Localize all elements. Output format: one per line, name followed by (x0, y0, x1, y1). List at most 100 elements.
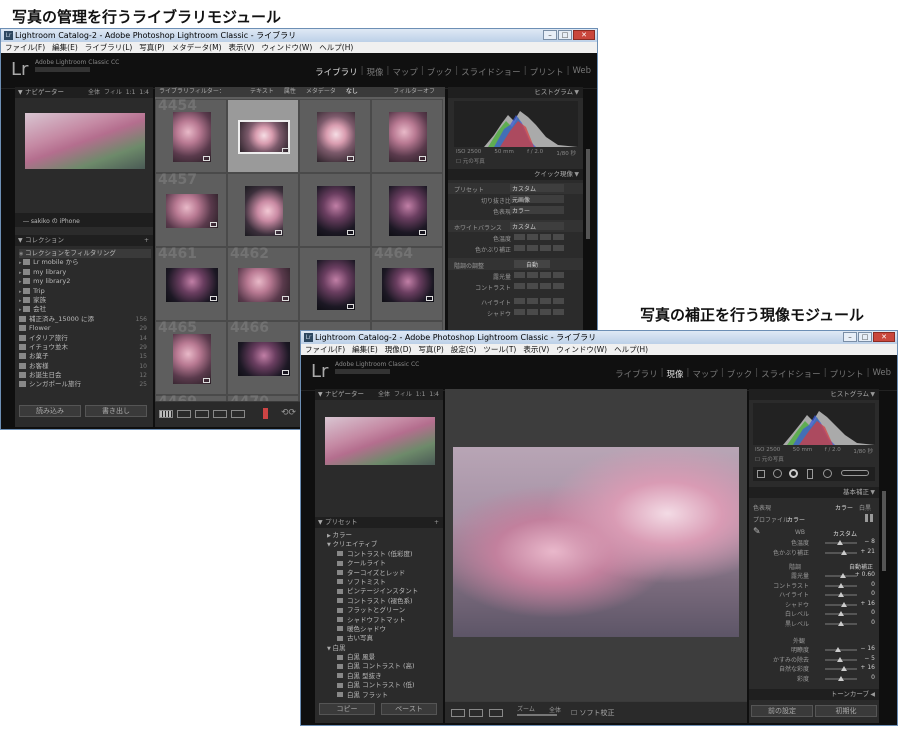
preset-item[interactable]: ピンテージインスタント (319, 587, 441, 596)
original-photo-toggle[interactable]: ☐ 元の写真 (456, 157, 485, 165)
menu-item[interactable]: ウィンドウ(W) (556, 344, 607, 355)
slider-row[interactable]: 彩度 0 (749, 674, 879, 684)
grid-cell[interactable]: 4462 (227, 246, 299, 321)
zoom-slider[interactable] (517, 714, 557, 716)
red-eye-icon[interactable] (789, 469, 798, 478)
grid-cell[interactable] (299, 247, 371, 321)
preset-item[interactable]: 古い写真 (319, 634, 441, 643)
collection-item[interactable]: お客様 10 (19, 362, 151, 371)
module-tab[interactable]: プリント (530, 66, 564, 78)
slider-knob[interactable] (838, 592, 844, 597)
menu-item[interactable]: ファイル(F) (305, 344, 345, 355)
collection-item[interactable]: イタリア旅行 14 (19, 334, 151, 343)
thumbnail[interactable] (317, 186, 355, 236)
slider-row[interactable]: かすみの除去 − 5 (749, 655, 879, 665)
filter-tab[interactable]: 属性 (284, 88, 296, 95)
navigator-preview[interactable] (325, 417, 435, 465)
histogram-header[interactable]: ヒストグラム ▼ (448, 87, 583, 98)
thumbnail[interactable] (389, 112, 427, 162)
menu-item[interactable]: 写真(P) (139, 42, 164, 53)
module-tab[interactable]: ライブラリ (615, 368, 658, 380)
menu-item[interactable]: ライブラリ(L) (85, 42, 133, 53)
menu-item[interactable]: 表示(V) (523, 344, 549, 355)
grid-cell[interactable] (299, 99, 371, 173)
original-photo-toggle[interactable]: ☐ 元の写真 (755, 455, 784, 463)
people-view-icon[interactable] (231, 410, 245, 418)
grid-cell[interactable]: 4466 (227, 320, 299, 395)
filter-tab[interactable]: メタデータ (306, 88, 336, 95)
slider-knob[interactable] (840, 601, 847, 607)
softproof-toggle[interactable]: ☐ ソフト校正 (571, 708, 615, 718)
slider-row[interactable]: シャドウ + 16 (749, 600, 879, 610)
module-tab[interactable]: Web (872, 368, 891, 380)
maximize-button[interactable]: □ (858, 332, 872, 342)
collection-item[interactable]: ▸ Lr mobile から (19, 258, 151, 267)
quick-develop-header[interactable]: クイック現像 ▼ (448, 169, 583, 180)
thumbnail[interactable] (389, 186, 427, 236)
slider-row[interactable]: 色かぶり補正 + 21 (749, 548, 879, 558)
filter-tab[interactable]: なし (346, 88, 358, 95)
wb-eyedropper-icon[interactable]: ✎ (753, 527, 761, 537)
filter-tab[interactable]: テキスト (250, 88, 274, 95)
grid-cell[interactable] (227, 173, 299, 247)
navigator-header[interactable]: ▼ ナビゲーター 全体 フィル 1:1 1:4 (315, 389, 443, 400)
temp-buttons[interactable] (514, 234, 564, 240)
grid-cell[interactable] (371, 99, 443, 173)
slider-knob[interactable] (838, 582, 844, 588)
crop-select[interactable]: 元画像 (510, 195, 564, 204)
tone-curve-header[interactable]: トーンカーブ ◀ (749, 689, 879, 700)
grid-cell[interactable]: 4461 (155, 246, 227, 321)
export-button[interactable]: 書き出し (85, 405, 147, 417)
navigator-zoom-options[interactable]: 全体 フィル 1:1 1:4 (376, 389, 439, 400)
spot-removal-icon[interactable] (773, 469, 782, 478)
module-tab[interactable]: プリント (830, 368, 864, 380)
collection-item[interactable]: ▸ 家族 (19, 296, 151, 305)
right-scrollbar[interactable] (882, 491, 886, 571)
before-after-icon[interactable] (469, 709, 483, 717)
collection-item[interactable]: お菓子 15 (19, 352, 151, 361)
thumbnail[interactable] (173, 334, 211, 384)
grid-cell[interactable] (371, 173, 443, 247)
grid-cell[interactable]: 4464 (371, 246, 443, 321)
preset-item[interactable]: 暖色シャドウ (319, 625, 441, 634)
collection-item[interactable]: ▸ my library (19, 268, 151, 277)
shadows-buttons[interactable] (514, 309, 564, 315)
treatment-color-button[interactable]: カラー (835, 503, 853, 512)
menu-item[interactable]: ヘルプ(H) (319, 42, 353, 53)
slider-knob[interactable] (840, 666, 847, 671)
navigator-zoom-option[interactable]: 1:4 (139, 89, 149, 96)
profile-browser-icon[interactable] (865, 514, 873, 522)
module-tab[interactable]: 現像 (667, 368, 684, 380)
module-tab[interactable]: 現像 (367, 66, 384, 78)
module-tab[interactable]: ブック (727, 368, 753, 380)
preset-group[interactable]: ▼ 白黒 (319, 644, 441, 653)
right-scrollbar[interactable] (586, 149, 590, 239)
module-tab[interactable]: ブック (427, 66, 453, 78)
treatment-select[interactable]: カラー (510, 206, 564, 215)
minimize-button[interactable]: – (543, 30, 557, 40)
add-preset-icon[interactable]: + (434, 517, 439, 528)
preset-select[interactable]: カスタム (510, 184, 564, 193)
navigator-zoom-option[interactable]: フィル (394, 391, 414, 398)
collection-filter[interactable]: ◉ コレクションをフィルタリング (19, 249, 151, 259)
grid-cell[interactable]: 4457 (155, 172, 227, 247)
menu-item[interactable]: メタデータ(M) (172, 42, 222, 53)
slider-knob[interactable] (838, 675, 844, 681)
slider-knob[interactable] (839, 573, 846, 578)
module-tab[interactable]: マップ (692, 368, 718, 380)
navigator-zoom-options[interactable]: 全体 フィル 1:1 1:4 (86, 87, 149, 98)
slider-row[interactable]: 露光量 + 0.60 (749, 571, 879, 581)
collection-item[interactable]: ▸ 会社 (19, 305, 151, 314)
profile-select[interactable]: カラー (787, 515, 805, 524)
preset-item[interactable]: コントラスト (低彩度) (319, 550, 441, 559)
grid-view-icon[interactable] (159, 410, 173, 418)
painter-icon[interactable] (263, 408, 268, 419)
collection-item[interactable]: シンガポール旅行 25 (19, 380, 151, 389)
slider-row[interactable]: 色温度 − 8 (749, 538, 879, 548)
thumbnail[interactable] (173, 112, 211, 162)
graduated-filter-icon[interactable] (807, 469, 813, 479)
preset-group[interactable]: ▶ カラー (319, 531, 441, 540)
navigator-zoom-option[interactable]: 1:4 (429, 391, 439, 398)
grid-cell[interactable] (227, 99, 299, 173)
compare-view-icon[interactable] (195, 410, 209, 418)
